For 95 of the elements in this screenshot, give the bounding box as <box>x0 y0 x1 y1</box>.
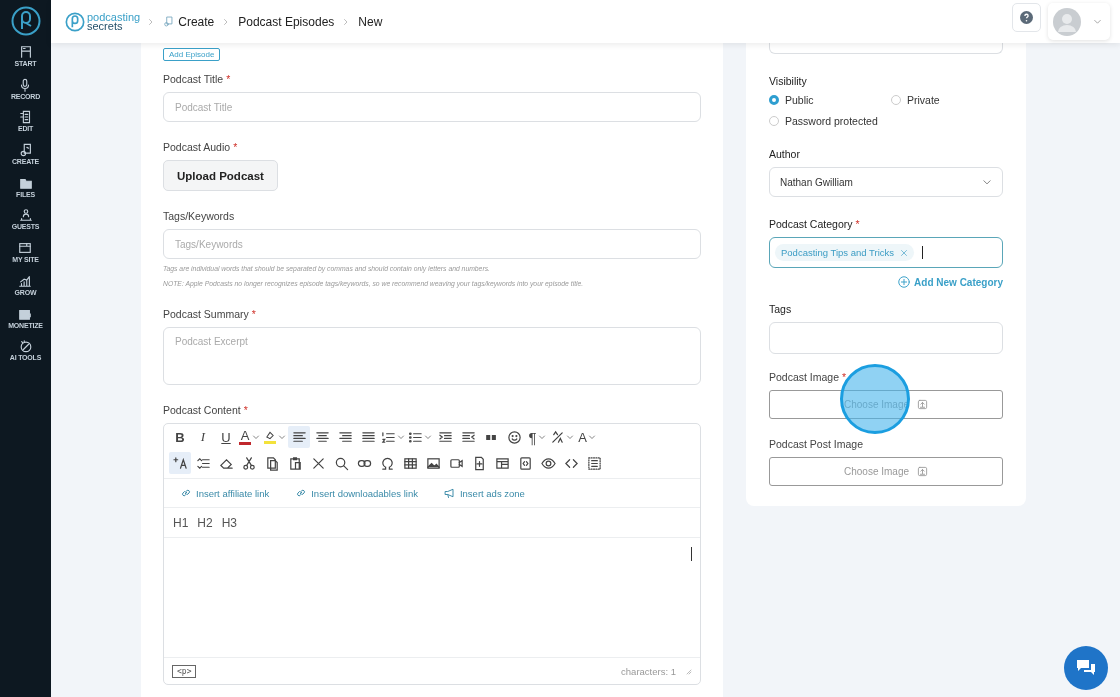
flag-icon <box>18 45 33 59</box>
format-button[interactable] <box>169 452 191 474</box>
align-left-icon <box>291 429 307 445</box>
text-field[interactable]: Podcast Title <box>163 92 701 122</box>
scissors-icon <box>241 455 257 471</box>
underline-button[interactable]: U <box>215 426 237 448</box>
music-file-icon <box>163 16 175 27</box>
omega-icon <box>379 455 395 471</box>
radio-option[interactable]: Password protected <box>769 115 891 127</box>
breadcrumb-link[interactable]: New <box>358 14 383 29</box>
avatar-icon <box>1053 7 1081 36</box>
logo[interactable]: podcasting secrets <box>65 11 141 32</box>
line-height-icon <box>195 455 211 471</box>
people-icon <box>18 208 33 223</box>
format-icon <box>172 455 188 471</box>
field-label: Visibility <box>769 75 808 87</box>
character-count: characters: 1 <box>621 665 676 677</box>
image-icon <box>425 455 441 471</box>
font-color-button[interactable]: A <box>238 426 261 448</box>
bullet-list-icon <box>408 429 423 445</box>
align-left-button[interactable] <box>288 426 310 448</box>
logo-mark-icon <box>65 11 85 32</box>
chevron-down-icon <box>982 177 992 187</box>
copy-icon <box>264 455 280 471</box>
link-icon <box>180 487 192 499</box>
document-icon <box>18 110 33 125</box>
breadcrumb-link[interactable]: Podcast Episodes <box>238 14 335 29</box>
field-label: Author <box>769 148 801 160</box>
radio-button[interactable] <box>769 95 779 105</box>
field-label: Podcast Summary * <box>163 308 257 320</box>
align-center-icon <box>314 429 330 445</box>
code-block-icon <box>517 455 533 471</box>
bar-chart-icon <box>18 273 33 288</box>
tags-field[interactable] <box>769 322 1003 354</box>
field-label: Podcast Post Image <box>769 438 864 450</box>
bold-button[interactable]: B <box>169 426 191 448</box>
text-cursor <box>922 246 923 259</box>
breadcrumb-link[interactable]: Create <box>163 14 215 29</box>
outdent-icon <box>460 429 476 445</box>
upload-icon <box>917 466 928 477</box>
heading-button[interactable]: H2 <box>197 515 213 530</box>
element-path[interactable]: <p> <box>172 664 197 678</box>
field-label: Podcast Title * <box>163 73 232 85</box>
help-icon <box>1020 11 1033 24</box>
italic-button[interactable]: I <box>192 426 214 448</box>
link-icon <box>295 487 308 499</box>
field-label: Podcast Image * <box>769 371 848 383</box>
text-field[interactable]: Tags/Keywords <box>163 229 701 259</box>
megaphone-icon <box>443 487 456 499</box>
radio-option[interactable]: Public <box>769 94 891 106</box>
align-right-icon <box>337 429 353 445</box>
indent-icon <box>437 429 453 445</box>
insert-link[interactable]: Insert ads zone <box>443 487 525 499</box>
table-icon <box>402 455 418 471</box>
insert-link[interactable]: Insert downloadables link <box>295 487 418 499</box>
layout-icon <box>494 455 510 471</box>
search-icon <box>333 455 349 471</box>
paragraph-button[interactable]: ¶ <box>526 426 548 448</box>
browser-window-icon <box>18 241 33 256</box>
field-label: Tags <box>769 303 793 315</box>
subscript-icon <box>550 429 565 445</box>
paint-bucket-icon <box>263 430 277 444</box>
upload-button[interactable]: Upload Podcast <box>163 160 278 191</box>
logo-text: podcasting <box>87 12 141 22</box>
ordered-list-icon <box>381 429 396 445</box>
field-label: Podcast Category * <box>769 218 861 230</box>
font-size-button[interactable]: A <box>576 426 598 448</box>
justify-icon <box>360 429 376 445</box>
logo-icon[interactable] <box>10 6 41 36</box>
heading-button[interactable]: H3 <box>221 515 238 530</box>
plus-circle-icon <box>898 276 911 288</box>
heading-button[interactable]: H1 <box>173 515 189 530</box>
chat-button[interactable] <box>1064 646 1108 690</box>
eye-icon <box>540 455 556 471</box>
text-cursor <box>691 547 692 561</box>
insert-link[interactable]: Insert affiliate link <box>180 487 270 499</box>
resize-grip-icon <box>684 667 692 675</box>
emoji-icon <box>506 429 522 445</box>
paste-icon <box>287 455 303 471</box>
upload-icon <box>917 399 928 410</box>
text-area[interactable]: Podcast Excerpt <box>163 327 701 385</box>
text-field[interactable] <box>769 43 1003 54</box>
radio-option[interactable]: Private <box>891 94 1003 106</box>
chevron-down-icon <box>1093 17 1102 26</box>
field-label: Podcast Audio * <box>163 141 239 153</box>
help-button[interactable] <box>1012 3 1041 32</box>
field-label: Podcast Content * <box>163 404 249 416</box>
close-icon <box>900 248 908 257</box>
remove-format-icon <box>310 455 326 471</box>
music-file-icon <box>18 143 33 158</box>
logo-text: secrets <box>87 21 123 31</box>
select-all-icon <box>586 455 602 471</box>
field-label: Tags/Keywords <box>163 210 236 222</box>
author-select[interactable]: Nathan Gwilliam <box>769 167 1003 197</box>
category-chip: Podcasting Tips and Tricks <box>775 244 914 261</box>
